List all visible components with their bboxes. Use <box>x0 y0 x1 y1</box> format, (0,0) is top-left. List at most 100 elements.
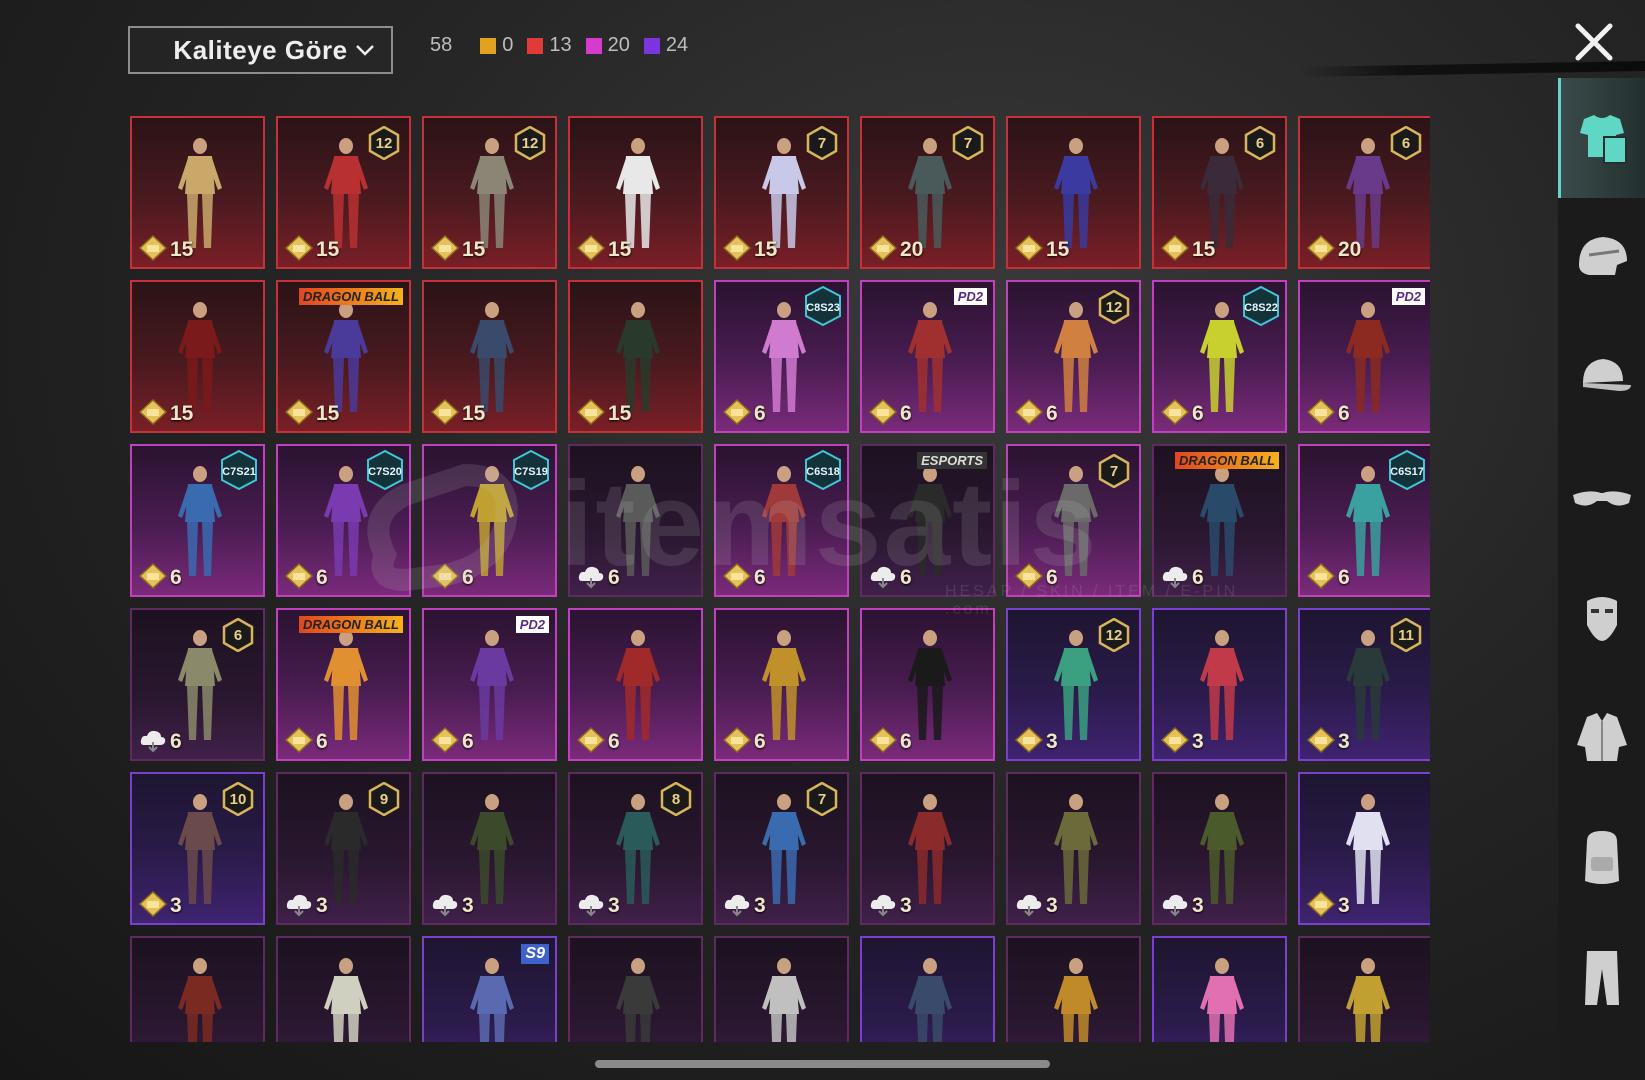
item-price: 15 <box>316 402 340 425</box>
item-card[interactable]: 73 <box>714 772 849 925</box>
item-card[interactable]: 7 15 <box>714 116 849 269</box>
item-card[interactable] <box>276 936 411 1042</box>
item-card[interactable]: 93 <box>276 772 411 925</box>
item-card[interactable]: C8S23 6 <box>714 280 849 433</box>
item-card[interactable]: S9 <box>422 936 557 1042</box>
outfit-figure-icon <box>908 466 952 576</box>
collab-tag: DRAGON BALL <box>1174 452 1279 469</box>
tier-value: 20 <box>607 34 630 56</box>
item-card[interactable]: 12 15 <box>276 116 411 269</box>
pants-icon <box>1584 951 1619 1005</box>
outfit-figure-icon <box>1200 630 1244 740</box>
sidebar-tab-cap[interactable] <box>1558 318 1645 438</box>
item-card[interactable]: ESPORTS 6 <box>860 444 995 597</box>
item-price: 6 <box>462 566 474 589</box>
item-card[interactable]: 83 <box>568 772 703 925</box>
svg-text:11: 11 <box>1398 627 1414 644</box>
sidebar-tab-backpack[interactable] <box>1558 798 1645 918</box>
item-card[interactable]: PD2 6 <box>860 280 995 433</box>
item-card[interactable]: 3 <box>1006 772 1141 925</box>
item-card[interactable] <box>1298 936 1430 1042</box>
home-indicator[interactable] <box>595 1060 1050 1068</box>
item-card[interactable] <box>860 936 995 1042</box>
item-card[interactable]: 6 <box>714 608 849 761</box>
item-card[interactable]: C7S21 6 <box>130 444 265 597</box>
item-price: 15 <box>462 238 486 261</box>
item-card[interactable] <box>1006 936 1141 1042</box>
item-card[interactable] <box>568 936 703 1042</box>
item-card[interactable]: C7S19 6 <box>422 444 557 597</box>
item-card[interactable]: PD2 6 <box>422 608 557 761</box>
sidebar-tab-jacket[interactable] <box>1558 678 1645 798</box>
item-card[interactable]: DRAGON BALL 6 <box>1152 444 1287 597</box>
outfit-figure-icon <box>908 958 952 1042</box>
svg-text:12: 12 <box>1106 627 1123 644</box>
item-card[interactable]: C8S22 6 <box>1152 280 1287 433</box>
cloud-icon <box>578 566 604 589</box>
item-price: 6 <box>462 730 474 753</box>
sidebar-tab-mask[interactable] <box>1558 558 1645 678</box>
item-card[interactable]: 3 <box>1152 608 1287 761</box>
item-card[interactable]: 6 15 <box>1152 116 1287 269</box>
item-card[interactable]: 12 15 <box>422 116 557 269</box>
item-card[interactable]: 6 <box>568 608 703 761</box>
item-card[interactable]: DRAGON BALL 15 <box>276 280 411 433</box>
sidebar-tab-outfit[interactable] <box>1558 78 1645 198</box>
item-card[interactable]: 3 <box>860 772 995 925</box>
sidebar-tab-helmet[interactable] <box>1558 198 1645 318</box>
gold-diamond-icon <box>284 235 314 261</box>
item-card[interactable]: 15 <box>1006 116 1141 269</box>
tier-count-red: 13 <box>527 34 572 57</box>
chevron-down-icon <box>356 45 374 56</box>
item-price: 6 <box>170 730 182 753</box>
gold-diamond-icon <box>430 235 460 261</box>
item-card[interactable] <box>1152 936 1287 1042</box>
item-card[interactable]: 66 <box>130 608 265 761</box>
item-card[interactable]: C6S18 6 <box>714 444 849 597</box>
item-card[interactable]: 6 20 <box>1298 116 1430 269</box>
item-card[interactable]: 7 20 <box>860 116 995 269</box>
item-card[interactable]: 10 3 <box>130 772 265 925</box>
cloud-icon <box>1162 894 1188 917</box>
item-card[interactable]: 15 <box>568 280 703 433</box>
sort-dropdown[interactable]: Kaliteye Göre <box>128 26 393 74</box>
level-badge: 7 <box>806 126 838 160</box>
item-price: 3 <box>1046 894 1058 917</box>
outfit-figure-icon <box>178 630 222 740</box>
item-card[interactable]: 15 <box>568 116 703 269</box>
item-card[interactable]: 12 6 <box>1006 280 1141 433</box>
item-card[interactable]: 15 <box>130 280 265 433</box>
item-card[interactable]: 15 <box>130 116 265 269</box>
outfit-figure-icon <box>762 630 806 740</box>
item-price: 15 <box>1192 238 1216 261</box>
item-card[interactable] <box>714 936 849 1042</box>
item-card[interactable]: 6 <box>860 608 995 761</box>
cap-icon <box>1582 359 1631 391</box>
level-badge: 6 <box>1390 126 1422 160</box>
item-price: 15 <box>608 238 632 261</box>
item-card[interactable]: C7S20 6 <box>276 444 411 597</box>
item-price: 15 <box>462 402 486 425</box>
gold-diamond-icon <box>576 235 606 261</box>
outfit-figure-icon <box>616 958 660 1042</box>
item-card[interactable]: 12 3 <box>1006 608 1141 761</box>
item-card[interactable]: 76 <box>1006 444 1141 597</box>
season-badge: C6S17 <box>1389 450 1425 490</box>
sidebar-tab-pants[interactable] <box>1558 918 1645 1038</box>
item-card[interactable]: 3 <box>1152 772 1287 925</box>
item-card[interactable]: 3 <box>422 772 557 925</box>
item-card[interactable]: PD2 6 <box>1298 280 1430 433</box>
item-card[interactable] <box>130 936 265 1042</box>
item-card[interactable]: 6 <box>568 444 703 597</box>
rarity-counts: 58 0 13 20 24 <box>430 34 688 57</box>
item-card[interactable]: DRAGON BALL 6 <box>276 608 411 761</box>
outfit-figure-icon <box>762 138 806 248</box>
item-card[interactable]: C6S17 6 <box>1298 444 1430 597</box>
item-card[interactable]: 11 3 <box>1298 608 1430 761</box>
sidebar-tab-glasses[interactable] <box>1558 438 1645 558</box>
item-card[interactable]: 3 <box>1298 772 1430 925</box>
outfit-figure-icon <box>1200 138 1244 248</box>
close-button[interactable] <box>1572 20 1616 64</box>
outfit-figure-icon <box>1346 138 1390 248</box>
item-card[interactable]: 15 <box>422 280 557 433</box>
